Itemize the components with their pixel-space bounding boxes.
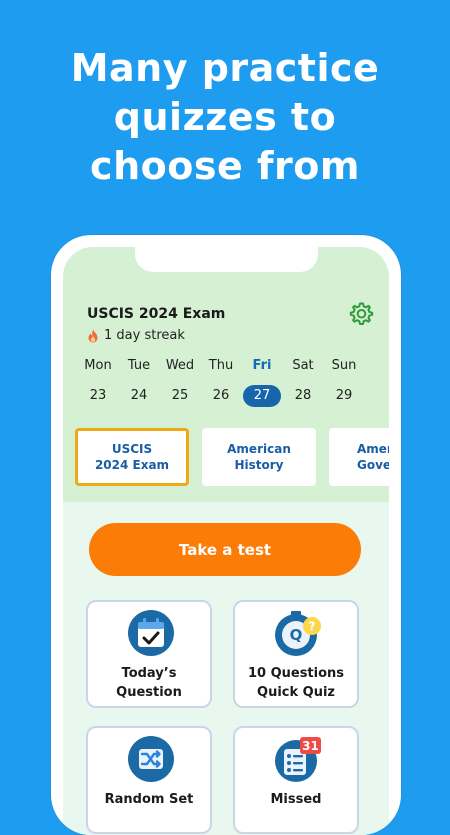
day-number: 28 [294, 388, 312, 403]
tile-label-line1: Today’s [121, 666, 177, 681]
take-test-button[interactable]: Take a test [89, 523, 361, 576]
category-american-government[interactable]: American Government [329, 428, 389, 486]
app-screen: USCIS 2024 Exam 1 day streak Mon 23 Tue … [63, 247, 389, 835]
day-number: 25 [171, 388, 189, 403]
day-fri[interactable]: Fri 27 [242, 357, 282, 407]
tile-label: Today’s Question [88, 664, 210, 702]
phone-frame: USCIS 2024 Exam 1 day streak Mon 23 Tue … [51, 235, 401, 835]
tile-label-line2: Quick Quiz [257, 685, 335, 700]
day-name: Wed [165, 358, 195, 373]
category-uscis-2024-exam[interactable]: USCIS 2024 Exam [75, 428, 189, 486]
flame-icon [88, 329, 98, 342]
day-name: Sat [292, 358, 314, 373]
day-name: Fri [252, 358, 272, 373]
category-american-history[interactable]: American History [202, 428, 316, 486]
day-sun[interactable]: Sun 29 [324, 357, 364, 407]
headline-line-2: quizzes to [113, 95, 337, 139]
stopwatch-quiz-icon: Q ? [275, 611, 321, 656]
todays-question-tile[interactable]: Today’s Question [86, 600, 212, 708]
tile-label: 10 Questions Quick Quiz [235, 664, 357, 702]
random-set-tile[interactable]: Random Set [86, 726, 212, 834]
missed-tile[interactable]: 31 Missed [233, 726, 359, 834]
shuffle-icon [128, 736, 174, 782]
calendar-check-icon [128, 610, 174, 656]
category-label-line2: Government [357, 458, 389, 472]
day-number: 29 [335, 388, 353, 403]
category-label-line2: 2024 Exam [94, 458, 170, 472]
tile-label-line2: Question [116, 685, 182, 700]
gear-icon[interactable] [347, 300, 375, 328]
headline-line-1: Many practice [70, 46, 380, 90]
header-panel: USCIS 2024 Exam 1 day streak Mon 23 Tue … [63, 247, 389, 502]
category-label-line2: History [234, 458, 284, 472]
day-mon[interactable]: Mon 23 [78, 357, 118, 407]
category-label-line1: USCIS [111, 442, 153, 456]
exam-title: USCIS 2024 Exam [87, 306, 226, 322]
missed-list-icon: 31 [275, 737, 321, 782]
category-label-line1: American [357, 442, 389, 456]
day-thu[interactable]: Thu 26 [201, 357, 241, 407]
day-name: Sun [331, 358, 357, 373]
phone-notch [135, 247, 318, 272]
category-label-line1: American [227, 442, 291, 456]
svg-text:Q: Q [290, 626, 303, 644]
day-name: Tue [127, 358, 151, 373]
day-name: Mon [84, 358, 112, 373]
day-number: 27 [243, 385, 281, 407]
streak-label: 1 day streak [104, 328, 185, 343]
day-name: Thu [208, 358, 234, 373]
svg-text:?: ? [309, 620, 316, 634]
headline-line-3: choose from [90, 144, 360, 188]
tile-label-line1: 10 Questions [247, 666, 345, 681]
day-number: 26 [212, 388, 230, 403]
week-strip: Mon 23 Tue 24 Wed 25 Thu 26 Fri 27 Sat 2… [78, 357, 383, 413]
category-tabs: USCIS 2024 Exam American History America… [75, 428, 389, 486]
day-tue[interactable]: Tue 24 [119, 357, 159, 407]
day-number: 23 [89, 388, 107, 403]
streak-indicator: 1 day streak [87, 328, 185, 343]
missed-count-badge: 31 [302, 739, 319, 753]
day-wed[interactable]: Wed 25 [160, 357, 200, 407]
quick-quiz-tile[interactable]: Q ? 10 Questions Quick Quiz [233, 600, 359, 708]
day-sat[interactable]: Sat 28 [283, 357, 323, 407]
promo-headline: Many practice quizzes to choose from [0, 44, 450, 191]
day-number: 24 [130, 388, 148, 403]
